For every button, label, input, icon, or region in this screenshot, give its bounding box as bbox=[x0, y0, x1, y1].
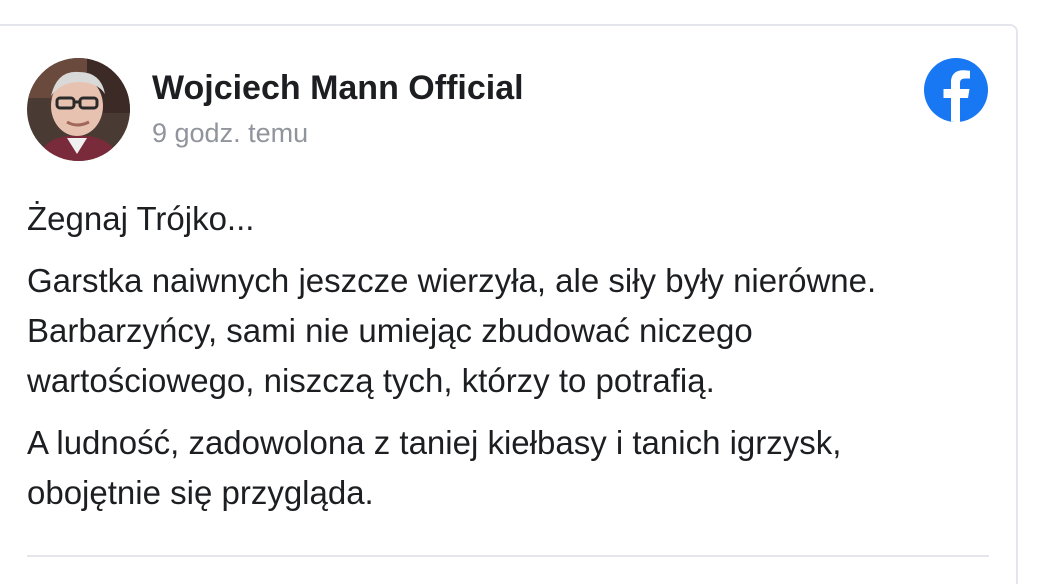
screenshot-frame: Wojciech Mann Official 9 godz. temu Żegn… bbox=[0, 0, 1047, 584]
post-paragraph: Garstka naiwnych jeszcze wierzyła, ale s… bbox=[27, 256, 997, 406]
facebook-icon[interactable] bbox=[924, 58, 988, 123]
post-line: Żegnaj Trójko... bbox=[27, 200, 255, 237]
post-paragraph: A ludność, zadowolona z taniej kiełbasy … bbox=[27, 418, 997, 518]
post-line: Barbarzyńcy, sami nie umiejąc zbudować n… bbox=[27, 312, 753, 349]
avatar-photo bbox=[27, 58, 130, 161]
post-timestamp[interactable]: 9 godz. temu bbox=[152, 118, 308, 149]
post-line: wartościowego, niszczą tych, którzy to p… bbox=[27, 362, 715, 399]
avatar[interactable] bbox=[27, 58, 130, 161]
post-paragraph: Żegnaj Trójko... bbox=[27, 194, 997, 244]
post-line: obojętnie się przygląda. bbox=[27, 474, 374, 511]
author-name[interactable]: Wojciech Mann Official bbox=[152, 69, 524, 108]
post-text: Żegnaj Trójko... Garstka naiwnych jeszcz… bbox=[27, 194, 997, 518]
post-line: A ludność, zadowolona z taniej kiełbasy … bbox=[27, 424, 842, 461]
facebook-logo-graphic bbox=[924, 58, 988, 123]
post-divider bbox=[27, 555, 989, 557]
post-line: Garstka naiwnych jeszcze wierzyła, ale s… bbox=[27, 262, 877, 299]
